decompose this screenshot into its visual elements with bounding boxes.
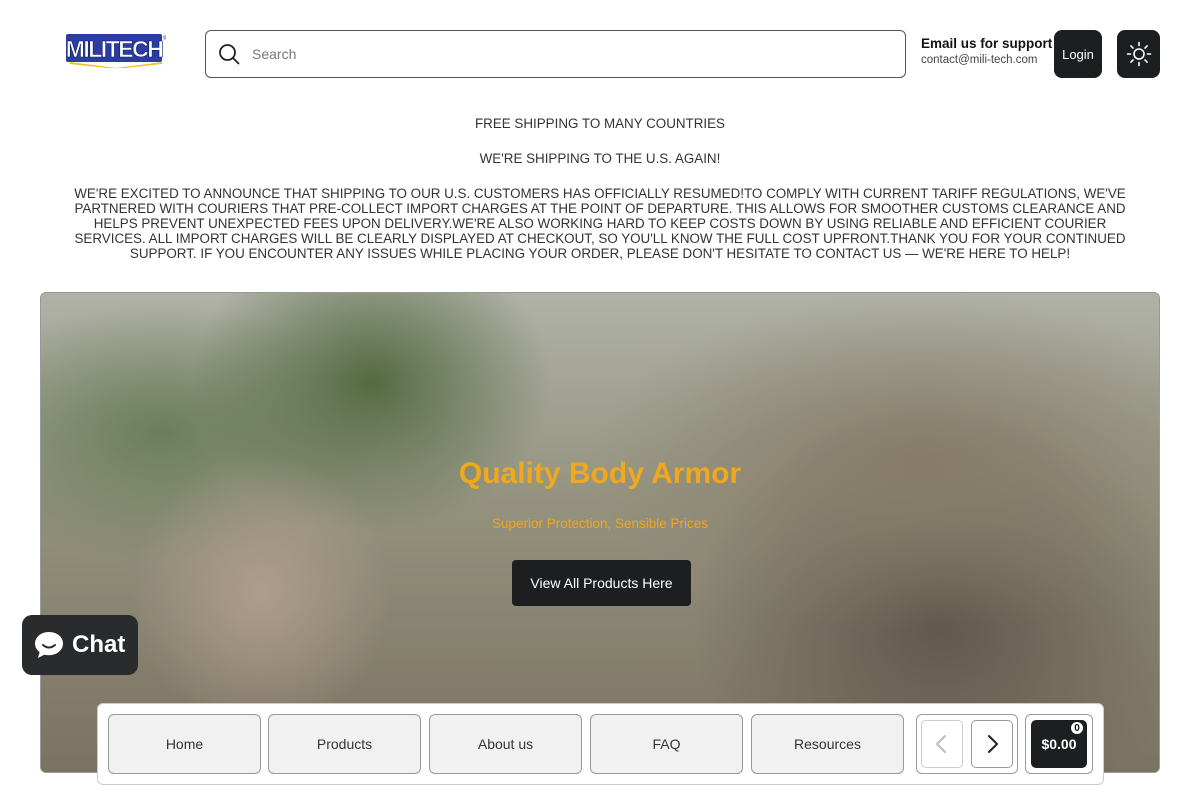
scroll-prev-button[interactable]: [921, 720, 963, 768]
announcement-line-2: WE'RE SHIPPING TO THE U.S. AGAIN!: [479, 151, 721, 166]
cart-total: $0.00: [1041, 736, 1077, 752]
nav-faq[interactable]: FAQ: [590, 714, 743, 774]
search-input[interactable]: [252, 46, 905, 62]
scroll-next-button[interactable]: [971, 720, 1013, 768]
chat-widget-button[interactable]: Chat: [22, 615, 138, 675]
nav-products[interactable]: Products: [268, 714, 421, 774]
search-icon[interactable]: [218, 43, 240, 65]
chevron-right-icon: [988, 735, 998, 753]
support-email[interactable]: contact@mili-tech.com: [921, 54, 1045, 66]
announcement-line-1: FREE SHIPPING TO MANY COUNTRIES: [474, 116, 725, 131]
chat-label: Chat: [72, 631, 126, 658]
svg-text:®: ®: [163, 35, 166, 42]
cart-count-badge: 0: [1070, 721, 1084, 735]
nav-scroll-controls: [916, 714, 1018, 774]
chevron-left-icon: [936, 735, 946, 753]
bottom-navigation: Home Products About us FAQ Resources $0.…: [97, 703, 1104, 785]
theme-toggle-button[interactable]: [1117, 30, 1160, 78]
svg-text:MILITECH: MILITECH: [66, 36, 163, 62]
hero-image-overlay: [41, 293, 1159, 772]
chat-bubble-icon: [35, 632, 63, 658]
search-bar[interactable]: [205, 30, 906, 78]
cart-button[interactable]: $0.00 0: [1025, 714, 1093, 774]
nav-home[interactable]: Home: [108, 714, 261, 774]
support-contact: Email us for support contact@mili-tech.c…: [921, 36, 1053, 66]
nav-resources[interactable]: Resources: [751, 714, 904, 774]
logo-graphic: MILITECH ®: [66, 34, 166, 68]
view-all-products-button[interactable]: View All Products Here: [512, 560, 691, 606]
support-title: Email us for support: [921, 36, 1053, 51]
hero-subtitle: Superior Protection, Sensible Prices: [491, 516, 709, 531]
militech-logo[interactable]: MILITECH ®: [66, 32, 166, 68]
sun-icon: [1126, 41, 1151, 67]
announcement-bar: FREE SHIPPING TO MANY COUNTRIES WE'RE SH…: [60, 116, 1140, 281]
login-button[interactable]: Login: [1054, 30, 1102, 78]
site-header: MILITECH ® Email us for support contact@…: [0, 0, 1200, 108]
cart-inner: $0.00 0: [1031, 720, 1087, 768]
nav-about-us[interactable]: About us: [429, 714, 582, 774]
hero-banner: Quality Body Armor Superior Protection, …: [40, 292, 1160, 773]
announcement-body: WE'RE EXCITED TO ANNOUNCE THAT SHIPPING …: [74, 186, 1126, 261]
hero-title: Quality Body Armor: [458, 457, 742, 490]
